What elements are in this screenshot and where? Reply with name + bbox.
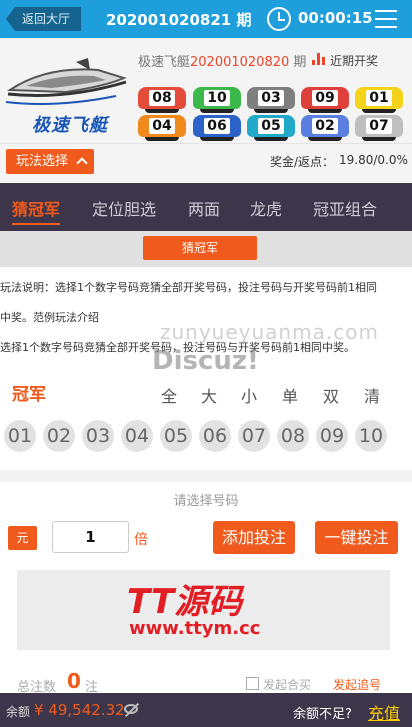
draw-result-car: 01 — [355, 87, 403, 113]
number-ball[interactable]: 09 — [316, 420, 348, 452]
draw-result-number: 02 — [312, 118, 338, 134]
recent-draws-link[interactable]: 近期开奖 — [312, 52, 379, 69]
subtab-guess-champion[interactable]: 猜冠军 — [143, 236, 257, 260]
draw-result-car: 04 — [138, 115, 186, 141]
quick-pick-small[interactable]: 小 — [241, 383, 257, 407]
previous-issue-suffix: 期 — [293, 55, 307, 70]
recent-draws-label: 近期开奖 — [330, 54, 379, 68]
bar-chart-icon — [312, 53, 326, 65]
top-bar: 返回大厅 202001020821 期 00:00:15 — [0, 0, 412, 38]
chevron-up-icon — [76, 157, 88, 169]
previous-issue-number: 202001020820 — [190, 55, 290, 70]
game-name: 极速飞艇 — [138, 55, 191, 70]
last-draw-panel: 极速飞艇 极速飞艇202001020820 期 近期开奖 08 10 03 09 01 0… — [0, 38, 412, 144]
currency-unit-button[interactable]: 元 — [8, 526, 37, 550]
game-logo: 极速飞艇 — [5, 56, 130, 136]
draw-result-car: 06 — [193, 115, 241, 141]
tab-position[interactable]: 定位胆选 — [92, 196, 156, 220]
draw-result-number: 09 — [312, 90, 338, 106]
draw-result-car: 08 — [138, 87, 186, 113]
number-ball[interactable]: 06 — [199, 420, 231, 452]
multiplier-unit: 倍 — [134, 532, 148, 548]
draw-result-number: 03 — [258, 90, 284, 106]
ad-url: www.ttym.cc — [129, 618, 261, 639]
clock-icon — [267, 7, 291, 31]
quick-pick-odd[interactable]: 单 — [282, 383, 298, 407]
draw-result-car: 02 — [301, 115, 349, 141]
draw-result-number: 05 — [258, 118, 284, 134]
discuz-watermark: Discuz! — [152, 346, 259, 376]
tab-dragon-tiger[interactable]: 龙虎 — [250, 196, 282, 220]
position-label: 冠军 — [12, 385, 46, 405]
subtab-bar: 猜冠军 — [0, 231, 412, 267]
number-ball[interactable]: 08 — [277, 420, 309, 452]
game-logo-text: 极速飞艇 — [32, 115, 108, 136]
rebate-label: 奖金/返点： — [270, 155, 335, 169]
chase-number-link[interactable]: 发起追号 — [333, 676, 381, 693]
tab-top-two-combo[interactable]: 冠亚组合 — [313, 196, 377, 220]
footer-bar: 余额 ¥ 49,542.32 余额不足? 充值 — [0, 693, 412, 727]
number-ball[interactable]: 04 — [121, 420, 153, 452]
description-line: 玩法说明：选择1个数字号码竞猜全部开奖号码，投注号码与开奖号码前1相同 — [0, 281, 377, 294]
draw-result-number: 01 — [366, 90, 392, 106]
draw-result-car: 10 — [193, 87, 241, 113]
previous-issue: 极速飞艇202001020820 期 — [138, 51, 306, 70]
speedboat-icon — [5, 58, 127, 105]
draw-result-car: 05 — [247, 115, 295, 141]
balance-value: ¥ 49,542.32 — [34, 701, 125, 719]
countdown-timer: 00:00:15 — [298, 9, 373, 27]
add-bet-button[interactable]: 添加投注 — [213, 521, 295, 554]
play-tabs: 猜冠军 定位胆选 两面 龙虎 冠亚组合 — [0, 183, 412, 231]
divider — [0, 470, 412, 482]
draw-result-car: 09 — [301, 87, 349, 113]
quick-pick-big[interactable]: 大 — [201, 383, 217, 407]
multiplier-input[interactable] — [52, 521, 129, 553]
quick-pick-clear[interactable]: 清 — [364, 383, 380, 407]
quick-pick-even[interactable]: 双 — [323, 383, 339, 407]
joint-purchase-label: 发起合买 — [263, 678, 312, 692]
number-ball[interactable]: 07 — [238, 420, 270, 452]
play-type-label: 玩法选择 — [16, 154, 69, 169]
draw-result-number: 07 — [366, 118, 392, 134]
tab-guess-champion[interactable]: 猜冠军 — [12, 196, 61, 225]
rebate-value: 19.80/0.0% — [339, 153, 408, 167]
bet-list: TT源码 www.ttym.cc — [17, 570, 390, 650]
quick-bet-button[interactable]: 一键投注 — [315, 521, 398, 554]
balance-label: 余额 — [6, 705, 31, 719]
number-ball[interactable]: 05 — [160, 420, 192, 452]
ad-brand: TT源码 — [127, 582, 243, 622]
draw-result-number: 10 — [204, 90, 230, 106]
play-type-select[interactable]: 玩法选择 — [6, 149, 94, 174]
number-ball[interactable]: 01 — [4, 420, 36, 452]
recharge-link[interactable]: 充值 — [368, 700, 400, 724]
select-hint: 请选择号码 — [173, 494, 239, 509]
total-bets-count: 0 — [67, 669, 81, 693]
menu-icon[interactable] — [375, 10, 397, 28]
number-ball[interactable]: 10 — [355, 420, 387, 452]
quick-pick-all[interactable]: 全 — [161, 383, 177, 407]
number-ball[interactable]: 03 — [82, 420, 114, 452]
current-issue: 202001020821 期 — [106, 11, 252, 29]
draw-result-car: 07 — [355, 115, 403, 141]
draw-result-number: 04 — [149, 118, 175, 134]
tab-two-sides[interactable]: 两面 — [188, 196, 220, 220]
number-ball[interactable]: 02 — [43, 420, 75, 452]
insufficient-balance-label: 余额不足? — [293, 707, 352, 722]
joint-purchase-checkbox[interactable] — [246, 677, 259, 690]
draw-result-number: 08 — [149, 90, 175, 106]
eye-off-icon[interactable] — [124, 704, 138, 714]
back-to-lobby-button[interactable]: 返回大厅 — [6, 7, 81, 31]
site-watermark: zunyueyuanma.com — [160, 320, 379, 344]
draw-result-car: 03 — [247, 87, 295, 113]
play-bar: 玩法选择 奖金/返点： 19.80/0.0% — [0, 144, 412, 182]
draw-result-number: 06 — [204, 118, 230, 134]
